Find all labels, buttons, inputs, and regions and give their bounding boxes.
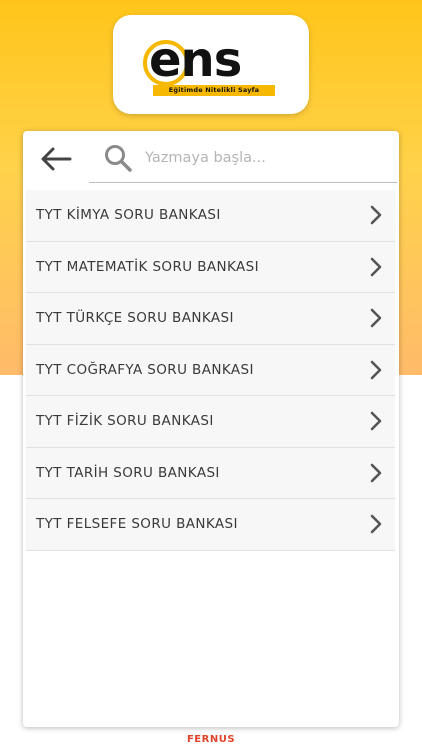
chevron-right-icon bbox=[370, 308, 382, 328]
back-button[interactable] bbox=[33, 139, 79, 179]
list-item[interactable]: TYT TARİH SORU BANKASI bbox=[26, 447, 395, 499]
app-logo: ens Eğitimde Nitelikli Sayfa bbox=[141, 34, 281, 96]
arrow-left-icon bbox=[41, 147, 72, 171]
chevron-right-icon bbox=[370, 463, 382, 483]
list-item[interactable]: TYT COĞRAFYA SORU BANKASI bbox=[26, 344, 395, 396]
list-item-label: TYT FELSEFE SORU BANKASI bbox=[36, 516, 238, 533]
book-list-panel: TYT KİMYA SORU BANKASI TYT MATEMATİK SORU… bbox=[23, 131, 399, 727]
list-item-label: TYT KİMYA SORU BANKASI bbox=[36, 207, 221, 224]
chevron-right-icon bbox=[370, 205, 382, 225]
list-item-label: TYT FİZİK SORU BANKASI bbox=[36, 413, 214, 430]
search-row bbox=[23, 131, 399, 186]
book-list: TYT KİMYA SORU BANKASI TYT MATEMATİK SORU… bbox=[26, 190, 395, 551]
list-item[interactable]: TYT TÜRKÇE SORU BANKASI bbox=[26, 293, 395, 345]
list-item[interactable]: TYT FELSEFE SORU BANKASI bbox=[26, 499, 395, 551]
logo-card: ens Eğitimde Nitelikli Sayfa bbox=[113, 15, 309, 114]
list-item-label: TYT MATEMATİK SORU BANKASI bbox=[36, 258, 259, 275]
chevron-right-icon bbox=[370, 360, 382, 380]
list-item-label: TYT COĞRAFYA SORU BANKASI bbox=[36, 361, 254, 378]
logo-tagline: Eğitimde Nitelikli Sayfa bbox=[153, 84, 275, 96]
logo-wordmark: ens bbox=[149, 31, 242, 88]
list-item-label: TYT TARİH SORU BANKASI bbox=[36, 464, 220, 481]
list-item[interactable]: TYT FİZİK SORU BANKASI bbox=[26, 396, 395, 448]
search-input[interactable] bbox=[145, 145, 385, 171]
chevron-right-icon bbox=[370, 411, 382, 431]
search-box[interactable] bbox=[89, 131, 397, 183]
footer-brand: FERNUS bbox=[186, 734, 236, 745]
chevron-right-icon bbox=[370, 257, 382, 277]
chevron-right-icon bbox=[370, 514, 382, 534]
list-item[interactable]: TYT KİMYA SORU BANKASI bbox=[26, 190, 395, 242]
list-item[interactable]: TYT MATEMATİK SORU BANKASI bbox=[26, 241, 395, 293]
search-icon bbox=[105, 145, 132, 172]
list-item-label: TYT TÜRKÇE SORU BANKASI bbox=[36, 310, 234, 327]
